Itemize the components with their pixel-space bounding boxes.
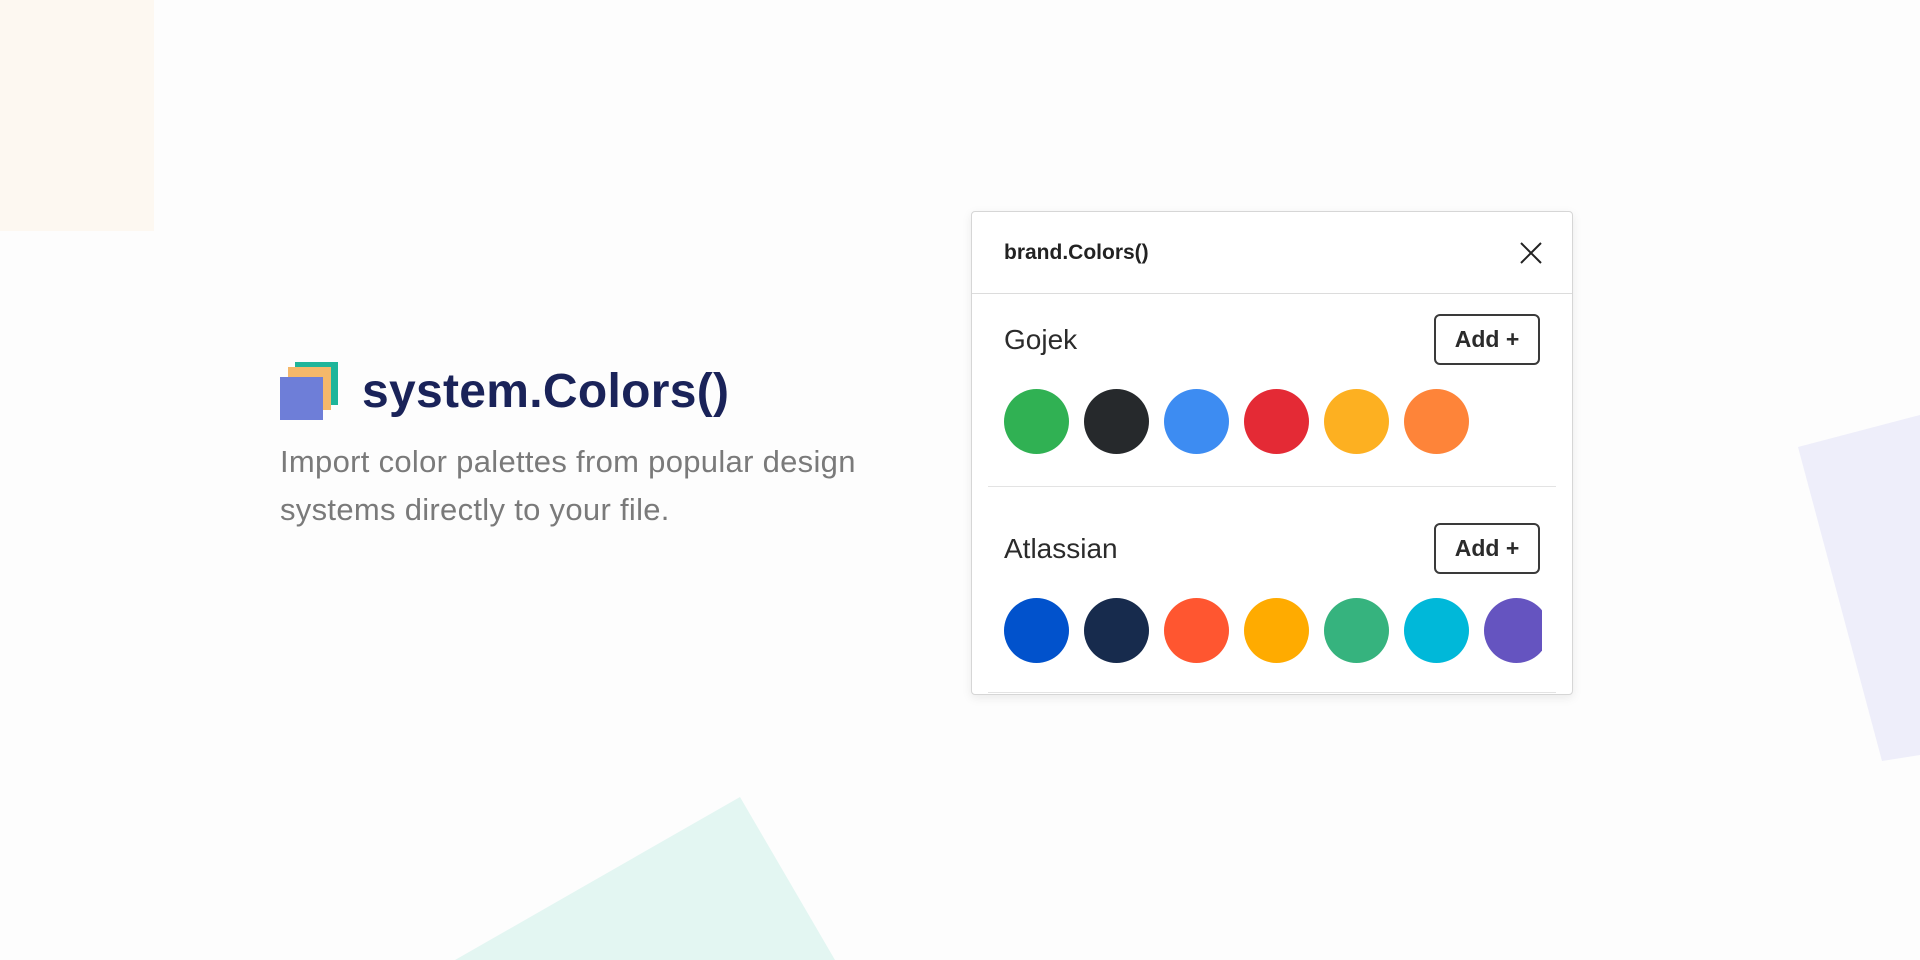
palette-header: Gojek Add +	[1004, 314, 1540, 365]
color-swatch[interactable]	[1164, 389, 1229, 454]
hero-title: system.Colors()	[362, 364, 730, 418]
plugin-panel: brand.Colors() Gojek Add + Atlassian Add…	[971, 211, 1573, 695]
palette-section-gojek: Gojek Add +	[988, 294, 1556, 487]
palette-section-atlassian: Atlassian Add +	[988, 487, 1556, 693]
panel-title: brand.Colors()	[1004, 240, 1149, 264]
color-swatch[interactable]	[1324, 598, 1389, 663]
color-swatch[interactable]	[1244, 389, 1309, 454]
canvas: system.Colors() Import color palettes fr…	[0, 0, 1920, 960]
close-icon	[1520, 241, 1542, 264]
panel-header: brand.Colors()	[972, 212, 1572, 294]
add-palette-button[interactable]: Add +	[1434, 523, 1540, 574]
palette-name: Atlassian	[1004, 532, 1118, 564]
color-swatch[interactable]	[1244, 598, 1309, 663]
close-button[interactable]	[1518, 240, 1544, 266]
decorative-lavender-shape	[1790, 405, 1920, 770]
hero-subtitle: Import color palettes from popular desig…	[280, 444, 856, 527]
swatch-row	[1004, 389, 1542, 454]
color-swatch[interactable]	[1324, 389, 1389, 454]
color-swatch[interactable]	[1084, 389, 1149, 454]
color-swatch[interactable]	[1164, 598, 1229, 663]
palette-header: Atlassian Add +	[1004, 523, 1540, 574]
decorative-peach-shape	[0, 0, 154, 231]
add-palette-button[interactable]: Add +	[1434, 314, 1540, 365]
color-swatch[interactable]	[1084, 598, 1149, 663]
color-swatch[interactable]	[1404, 598, 1469, 663]
swatch-row	[1004, 598, 1542, 663]
color-swatch[interactable]	[1484, 598, 1542, 663]
hero: system.Colors() Import color palettes fr…	[280, 362, 880, 534]
logo-icon	[280, 362, 338, 420]
hero-title-row: system.Colors()	[280, 362, 880, 420]
color-swatch[interactable]	[1404, 389, 1469, 454]
color-swatch[interactable]	[1004, 389, 1069, 454]
color-swatch[interactable]	[1004, 598, 1069, 663]
palette-name: Gojek	[1004, 323, 1078, 355]
